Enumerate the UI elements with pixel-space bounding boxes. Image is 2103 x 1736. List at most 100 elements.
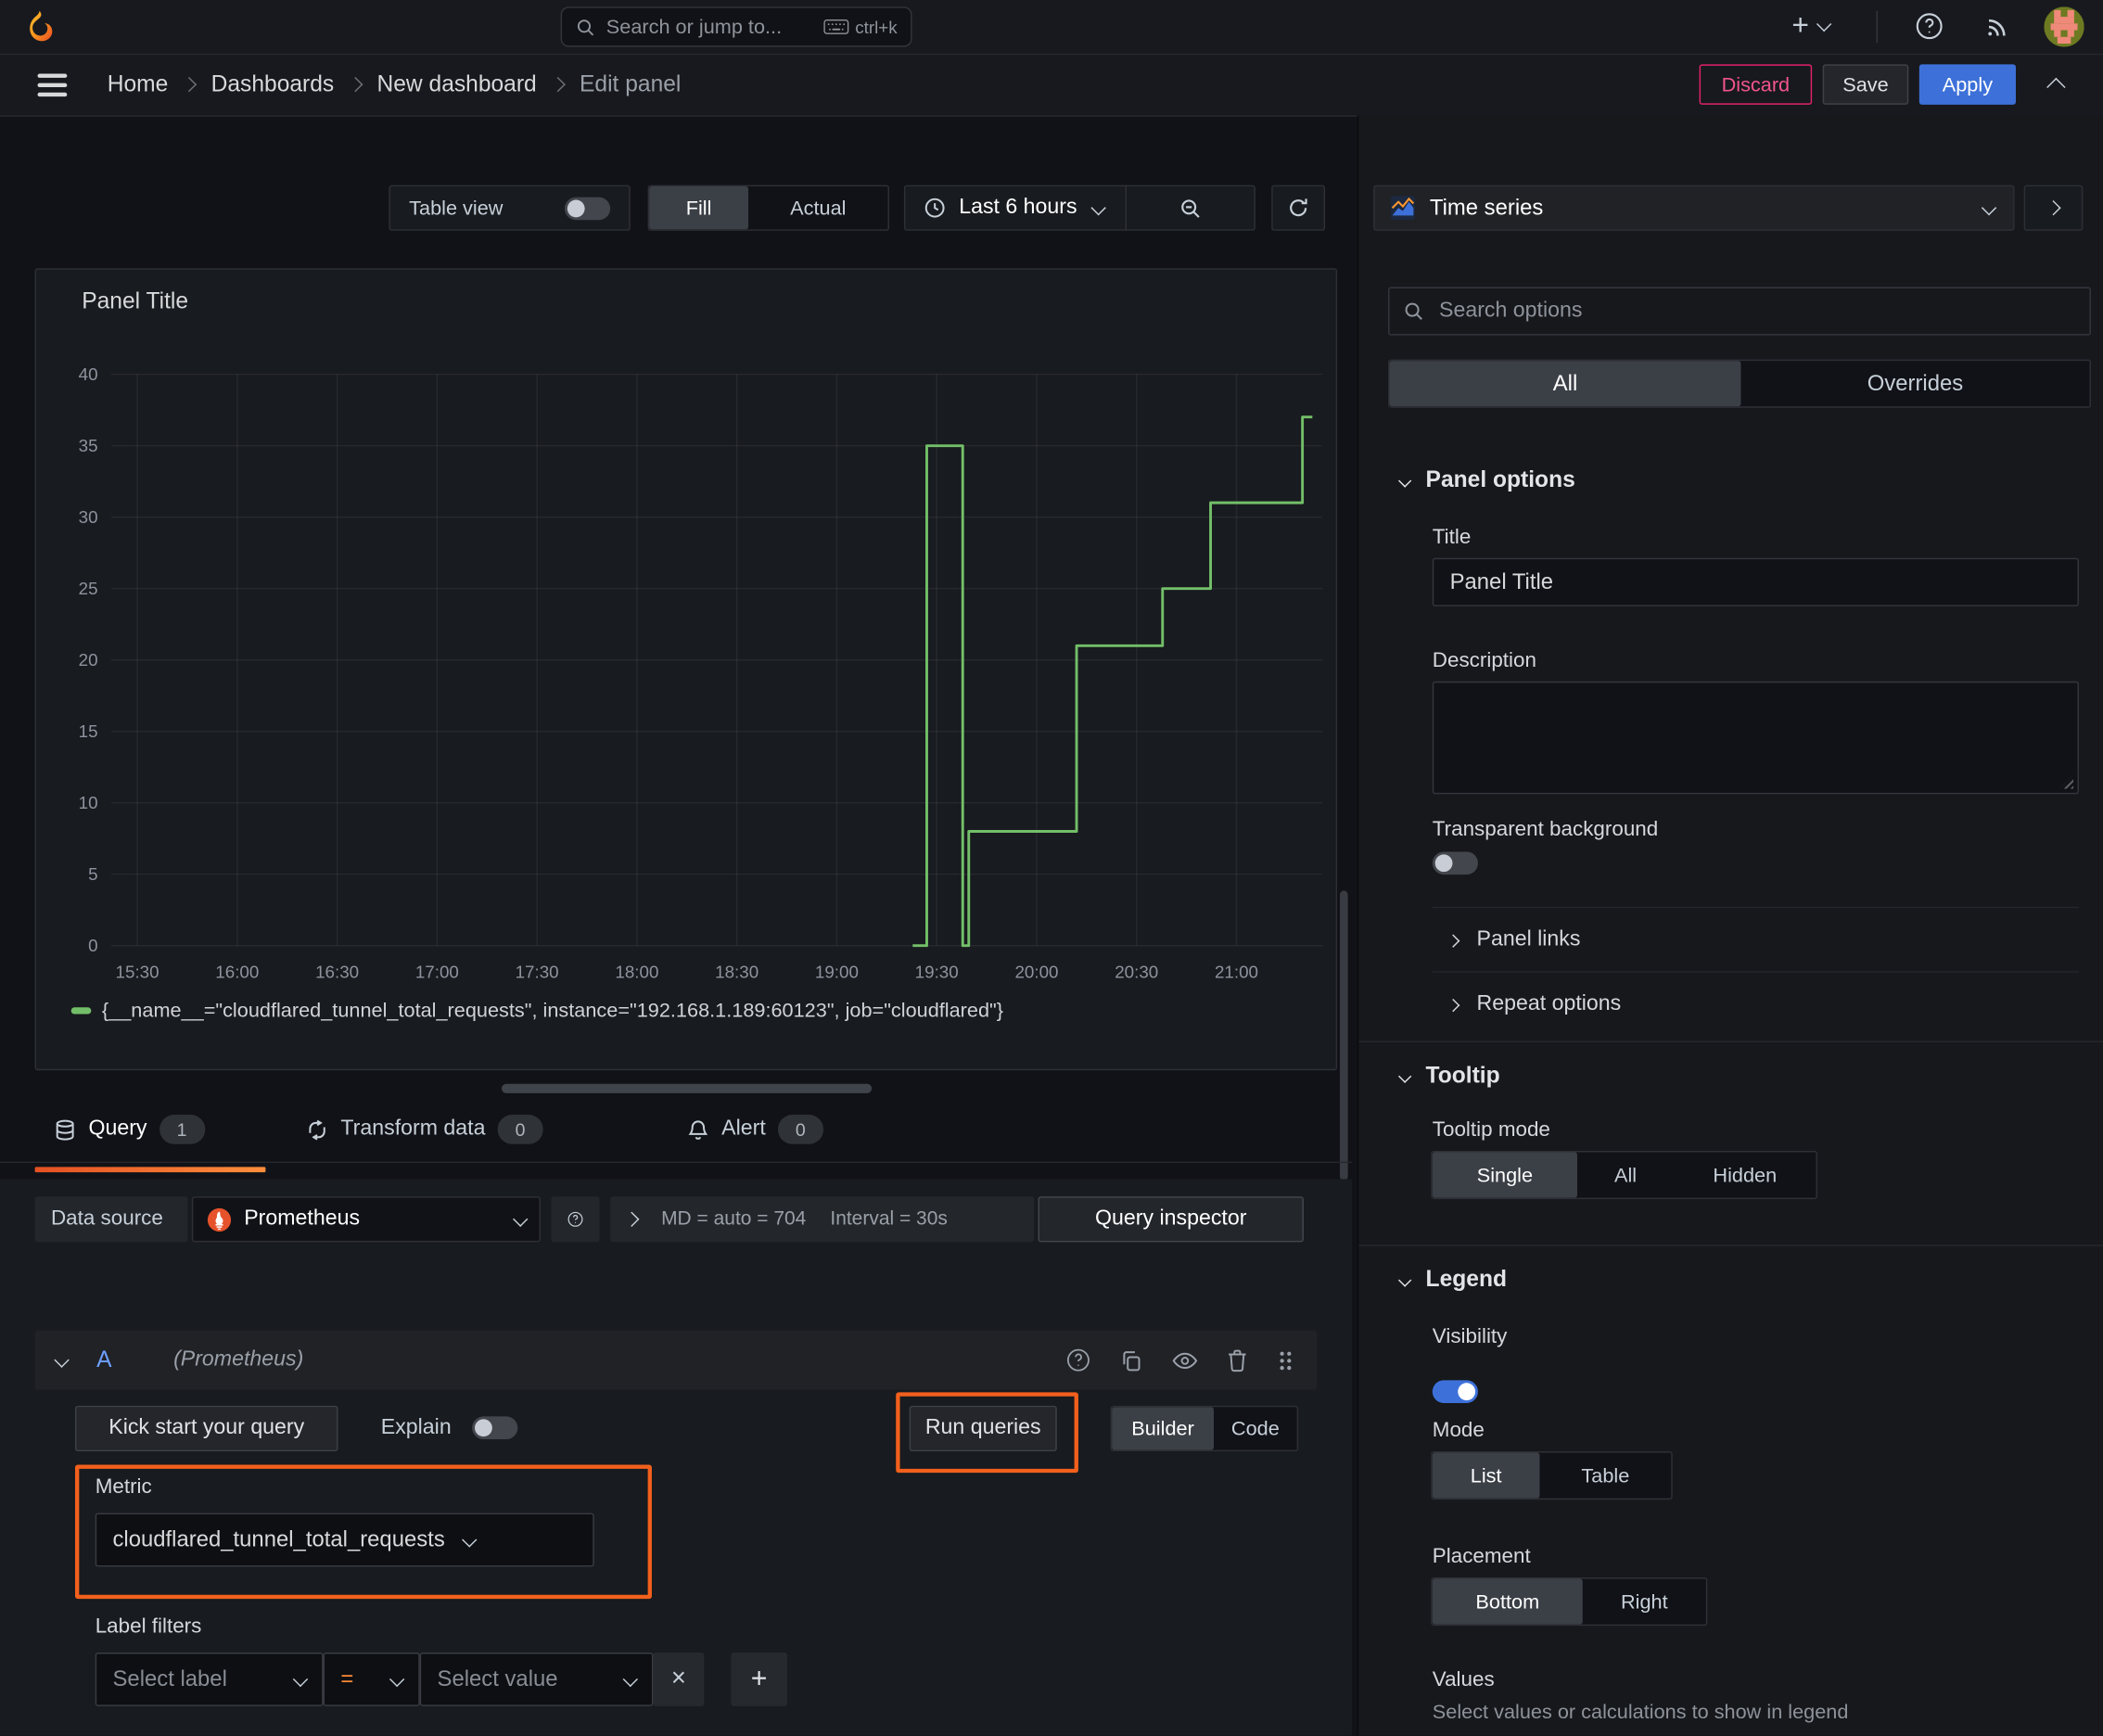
explain-label: Explain — [380, 1416, 452, 1440]
run-queries-button[interactable]: Run queries — [909, 1405, 1057, 1452]
mode-list-option[interactable]: List — [1432, 1452, 1540, 1499]
tabs-divider — [0, 1161, 1353, 1164]
toggle-visibility-icon[interactable] — [1172, 1351, 1198, 1369]
tooltip-hidden-option[interactable]: Hidden — [1674, 1152, 1816, 1197]
datasource-help-button[interactable] — [551, 1196, 600, 1243]
query-section: Data source Prometheus MD = auto = 704 I… — [0, 1179, 1353, 1736]
tooltip-header[interactable]: Tooltip — [1397, 1063, 1500, 1090]
breadcrumb-home[interactable]: Home — [108, 71, 169, 98]
svg-text:16:00: 16:00 — [215, 962, 259, 981]
table-view-label: Table view — [409, 196, 503, 220]
repeat-options-row[interactable]: Repeat options — [1447, 992, 1621, 1016]
query-row-header[interactable]: A (Prometheus) — [34, 1330, 1318, 1390]
breadcrumb-dashboards[interactable]: Dashboards — [211, 71, 335, 98]
grafana-logo-icon[interactable] — [21, 9, 57, 45]
tab-query-count: 1 — [159, 1114, 205, 1144]
transform-icon — [306, 1118, 329, 1142]
fill-option[interactable]: Fill — [649, 186, 749, 230]
tab-alert[interactable]: Alert 0 — [687, 1103, 823, 1156]
table-view-toggle[interactable] — [564, 196, 611, 220]
apply-button[interactable]: Apply — [1918, 64, 2016, 105]
query-options-row[interactable]: MD = auto = 704 Interval = 30s — [610, 1196, 1035, 1243]
transparent-background-toggle[interactable] — [1432, 851, 1478, 875]
metric-select[interactable]: cloudflared_tunnel_total_requests — [95, 1513, 594, 1567]
tab-query[interactable]: Query 1 — [54, 1103, 205, 1156]
global-search-input[interactable]: Search or jump to... ctrl+k — [560, 6, 912, 47]
svg-text:0: 0 — [88, 936, 97, 955]
chart-legend[interactable]: {__name__="cloudflared_tunnel_total_requ… — [70, 1000, 1003, 1023]
explain-toggle[interactable] — [472, 1416, 518, 1440]
duplicate-query-icon[interactable] — [1120, 1348, 1143, 1372]
datasource-picker[interactable]: Prometheus — [191, 1196, 541, 1243]
svg-text:20:00: 20:00 — [1014, 962, 1058, 981]
kickstart-query-button[interactable]: Kick start your query — [75, 1405, 338, 1452]
query-collapse-chevron-icon[interactable] — [54, 1352, 70, 1368]
operator-chevron-icon — [389, 1671, 405, 1688]
chevron-right-icon — [2046, 200, 2061, 216]
builder-option[interactable]: Builder — [1112, 1407, 1215, 1450]
query-ref-id[interactable]: A — [96, 1347, 111, 1373]
panel-options-header[interactable]: Panel options — [1397, 466, 1575, 493]
panel-title-input[interactable] — [1447, 568, 2065, 596]
visibility-toggle[interactable] — [1432, 1380, 1478, 1403]
panel-links-label: Panel links — [1476, 927, 1581, 951]
query-inspector-button[interactable]: Query inspector — [1038, 1196, 1304, 1243]
options-search-input[interactable] — [1436, 298, 2077, 326]
viz-picker-chevron-icon — [1981, 200, 1997, 216]
user-avatar[interactable] — [2044, 6, 2084, 47]
select-value-dropdown[interactable]: Select value — [419, 1653, 654, 1706]
menu-hamburger-icon[interactable] — [37, 73, 68, 97]
zoom-out-icon[interactable] — [1179, 197, 1202, 220]
description-textarea[interactable] — [1432, 681, 2079, 795]
options-search[interactable] — [1388, 287, 2091, 336]
visualization-picker[interactable]: Time series — [1373, 185, 2015, 231]
query-help-icon[interactable] — [1066, 1348, 1090, 1372]
grafana-edit-panel-screen: Search or jump to... ctrl+k + Home Dashb… — [0, 0, 2103, 1736]
panel-links-row[interactable]: Panel links — [1447, 927, 1581, 952]
svg-text:40: 40 — [79, 364, 98, 384]
code-option[interactable]: Code — [1214, 1407, 1297, 1449]
discard-button[interactable]: Discard — [1699, 64, 1813, 105]
save-button[interactable]: Save — [1822, 64, 1909, 105]
legend-header[interactable]: Legend — [1397, 1266, 1507, 1293]
options-expand-chevron-icon[interactable] — [624, 1211, 640, 1227]
tab-all[interactable]: All — [1389, 361, 1741, 407]
select-label-dropdown[interactable]: Select label — [95, 1653, 324, 1706]
time-range-label[interactable]: Last 6 hours — [959, 196, 1077, 220]
tab-transform-data[interactable]: Transform data 0 — [306, 1103, 543, 1156]
placement-bottom-option[interactable]: Bottom — [1432, 1578, 1583, 1625]
breadcrumb-separator-icon — [182, 76, 198, 92]
placement-right-option[interactable]: Right — [1583, 1578, 1706, 1624]
news-feed-icon[interactable] — [1985, 13, 2010, 38]
values-hint: Select values or calculations to show in… — [1432, 1701, 1849, 1724]
vertical-scrollbar[interactable] — [1339, 890, 1348, 1181]
add-filter-button[interactable]: + — [731, 1653, 788, 1706]
time-range-chevron-icon[interactable] — [1090, 200, 1106, 216]
svg-text:10: 10 — [79, 793, 98, 812]
resize-handle-icon[interactable] — [2059, 775, 2074, 789]
legend-title: Legend — [1425, 1266, 1507, 1292]
panel-resize-handle[interactable] — [501, 1083, 873, 1093]
remove-filter-button[interactable]: × — [653, 1653, 705, 1706]
legend-series-label[interactable]: {__name__="cloudflared_tunnel_total_requ… — [102, 1000, 1003, 1023]
svg-text:30: 30 — [79, 507, 98, 527]
help-icon[interactable] — [1916, 12, 1944, 40]
delete-query-icon[interactable] — [1227, 1348, 1247, 1372]
tooltip-single-option[interactable]: Single — [1432, 1152, 1578, 1198]
tooltip-all-option[interactable]: All — [1577, 1152, 1674, 1197]
breadcrumb-new-dashboard[interactable]: New dashboard — [376, 71, 536, 98]
drag-handle-icon[interactable] — [1277, 1348, 1293, 1372]
time-series-chart[interactable]: 0 5 10 15 20 25 30 35 40 15:30 16:00 16:30 17:00 17:3… — [36, 270, 1336, 1069]
mode-table-option[interactable]: Table — [1540, 1452, 1672, 1498]
panel-preview[interactable]: Panel Title 0 5 10 15 20 25 30 35 40 15:30 16:00 16… — [34, 268, 1338, 1071]
actual-option[interactable]: Actual — [748, 186, 887, 229]
svg-text:5: 5 — [88, 864, 97, 884]
collapse-chevron-up-icon[interactable] — [2046, 76, 2066, 100]
refresh-button[interactable] — [1271, 185, 1326, 231]
tab-overrides[interactable]: Overrides — [1740, 361, 2089, 406]
collapse-options-button[interactable] — [2023, 185, 2084, 231]
operator-dropdown[interactable]: = — [323, 1653, 420, 1706]
new-menu-button[interactable]: + — [1791, 10, 1832, 40]
values-label: Values — [1432, 1668, 1495, 1691]
control-divider — [1125, 185, 1128, 231]
